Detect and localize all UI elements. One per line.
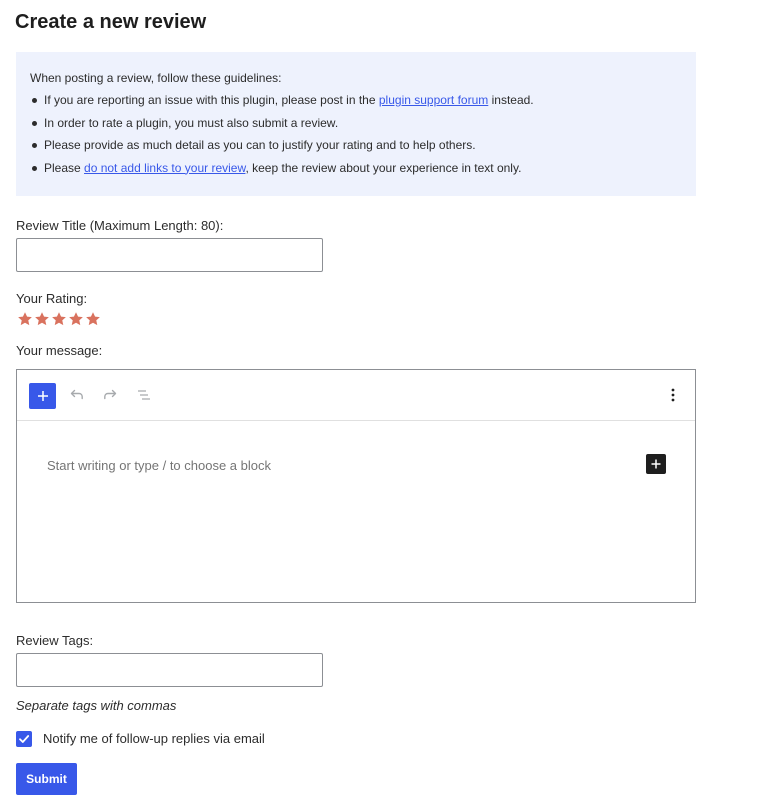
review-tags-label: Review Tags: bbox=[16, 633, 94, 648]
page-title: Create a new review bbox=[15, 11, 207, 33]
guidelines-notice: When posting a review, follow these guid… bbox=[16, 52, 696, 196]
plugin-support-forum-link[interactable]: plugin support forum bbox=[379, 93, 488, 107]
add-block-button[interactable] bbox=[29, 383, 56, 409]
star-icon[interactable] bbox=[51, 311, 67, 327]
list-view-icon bbox=[138, 390, 150, 400]
tags-hint: Separate tags with commas bbox=[16, 698, 177, 713]
redo-button[interactable] bbox=[100, 385, 120, 405]
star-icon[interactable] bbox=[68, 311, 84, 327]
star-icon[interactable] bbox=[85, 311, 101, 327]
guideline-text: If you are reporting an issue with this … bbox=[44, 93, 379, 107]
editor-placeholder[interactable]: Start writing or type / to choose a bloc… bbox=[47, 458, 271, 474]
block-inserter-button[interactable] bbox=[646, 454, 666, 474]
checkmark-icon bbox=[19, 735, 30, 743]
undo-button[interactable] bbox=[67, 385, 87, 405]
guideline-item-support: If you are reporting an issue with this … bbox=[30, 93, 682, 107]
notify-checkbox[interactable] bbox=[16, 731, 32, 747]
redo-icon bbox=[104, 389, 117, 400]
more-options-icon bbox=[671, 388, 675, 402]
message-editor[interactable]: Start writing or type / to choose a bloc… bbox=[16, 369, 696, 603]
guideline-item-rating: In order to rate a plugin, you must also… bbox=[30, 116, 682, 130]
review-title-label: Review Title (Maximum Length: 80): bbox=[16, 218, 224, 233]
guideline-item-detail: Please provide as much detail as you can… bbox=[30, 138, 682, 152]
rating-label: Your Rating: bbox=[16, 291, 88, 306]
review-tags-input[interactable] bbox=[16, 653, 323, 687]
star-rating[interactable] bbox=[17, 311, 101, 327]
list-view-button[interactable] bbox=[134, 385, 154, 405]
guideline-text: Please bbox=[44, 160, 85, 175]
submit-button[interactable]: Submit bbox=[16, 763, 77, 795]
guidelines-intro: When posting a review, follow these guid… bbox=[30, 71, 282, 85]
guideline-item-links: Please do not add links to your review, … bbox=[30, 161, 682, 175]
editor-toolbar bbox=[17, 370, 695, 421]
star-icon[interactable] bbox=[34, 311, 50, 327]
no-links-policy-link[interactable]: do not add links to your review bbox=[84, 161, 245, 175]
review-title-input[interactable] bbox=[16, 238, 323, 272]
undo-icon bbox=[70, 389, 83, 400]
guideline-text: , keep the review about your experience … bbox=[245, 160, 522, 175]
plus-icon bbox=[37, 391, 48, 401]
more-options-button[interactable] bbox=[663, 385, 683, 405]
guideline-text: instead. bbox=[488, 93, 534, 107]
notify-label[interactable]: Notify me of follow-up replies via email bbox=[43, 731, 265, 747]
guidelines-list: If you are reporting an issue with this … bbox=[30, 93, 682, 175]
plus-icon bbox=[651, 459, 661, 469]
star-icon[interactable] bbox=[17, 311, 33, 327]
message-label: Your message: bbox=[16, 343, 103, 358]
